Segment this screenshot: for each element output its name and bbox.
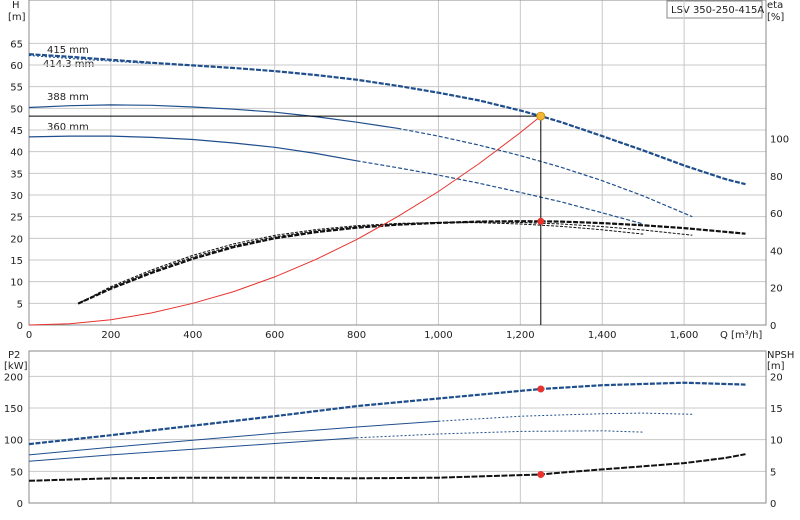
top-y-tick-label: 50 (10, 104, 23, 115)
power-curve-1-dashed (438, 412, 693, 422)
top-x-tick-label: 600 (265, 330, 284, 341)
efficiency-curve-1 (77, 221, 693, 305)
top-ylabel: H (12, 0, 20, 11)
curve-label-388: 388 mm (47, 92, 89, 103)
top-y-tick-label: 30 (10, 191, 23, 202)
bottom-y2-tick-label: 0 (770, 499, 776, 510)
top-y2label-unit: [%] (767, 12, 784, 23)
top-y-tick-label: 40 (10, 148, 23, 159)
top-y-tick-label: 20 (10, 234, 23, 245)
bottom-y2label-unit: [m] (767, 361, 785, 372)
head-curve-2-dashed (397, 127, 693, 218)
bottom-y2-tick-label: 5 (770, 467, 776, 478)
top-y-tick-label: 5 (17, 299, 23, 310)
power-curve-2-dashed (356, 430, 644, 439)
bottom-ylabel: P2 (8, 350, 20, 361)
top-y-tick-label: 65 (10, 39, 23, 50)
top-xlabel: Q [m³/h] (720, 330, 762, 341)
top-x-tick-label: 200 (101, 330, 120, 341)
top-y-tick-label: 15 (10, 256, 23, 267)
bottom-y-tick-label: 50 (10, 467, 23, 478)
op-marker-efficiency (537, 217, 545, 225)
bottom-y2-tick-label: 10 (770, 436, 783, 447)
bottom-y-tick-label: 150 (4, 404, 23, 415)
pump-curve-svg: H [m] eta [%] Q [m³/h] LSV 350-250-415A … (4, 0, 794, 510)
bottom-y2-tick-label: 20 (770, 372, 783, 383)
pump-curve-chart: H [m] eta [%] Q [m³/h] LSV 350-250-415A … (0, 0, 800, 520)
curve-label-360: 360 mm (47, 122, 89, 133)
system-curve (28, 115, 542, 326)
top-x-tick-label: 1,000 (424, 330, 453, 341)
top-x-tick-label: 1,200 (506, 330, 535, 341)
top-x-tick-label: 400 (183, 330, 202, 341)
top-y2-tick-label: 0 (770, 321, 776, 332)
top-y2-tick-label: 100 (770, 135, 789, 146)
bottom-y2label: NPSH (767, 350, 794, 361)
top-x-tick-label: 1,600 (670, 330, 699, 341)
top-y-tick-label: 10 (10, 278, 23, 289)
npsh-curve-0 (28, 453, 746, 482)
top-y-tick-label: 60 (10, 61, 23, 72)
top-x-tick-label: 800 (347, 330, 366, 341)
top-y2-tick-label: 20 (770, 284, 783, 295)
top-frame (28, 0, 767, 326)
top-y-tick-label: 35 (10, 169, 23, 180)
top-y2-tick-label: 40 (770, 246, 783, 257)
top-x-tick-label: 1,400 (588, 330, 617, 341)
op-marker-head (536, 111, 546, 121)
top-y-tick-label: 55 (10, 83, 23, 94)
top-y-tick-label: 0 (17, 321, 23, 332)
head-curve-0 (28, 53, 746, 186)
top-y-tick-label: 25 (10, 213, 23, 224)
efficiency-curve-2 (77, 221, 644, 305)
top-y2-tick-label: 60 (770, 209, 783, 220)
bottom-y2-tick-label: 15 (770, 404, 783, 415)
op-marker-npsh (537, 471, 545, 478)
top-y2-tick-label: 80 (770, 172, 783, 183)
bottom-ylabel-unit: [kW] (4, 361, 28, 372)
top-x-tick-label: 0 (26, 330, 32, 341)
bottom-frame (28, 350, 767, 504)
model-label: LSV 350-250-415A (671, 5, 764, 16)
bottom-y-tick-label: 200 (4, 372, 23, 383)
curve-label-415: 415 mm (47, 45, 89, 56)
top-y2label: eta (767, 0, 783, 11)
top-ylabel-unit: [m] (8, 12, 26, 23)
power-curve-0 (28, 381, 746, 446)
bottom-y-tick-label: 0 (17, 499, 23, 510)
top-y-tick-label: 45 (10, 126, 23, 137)
bottom-y-tick-label: 100 (4, 436, 23, 447)
head-curve-3-dashed (356, 160, 644, 225)
op-marker-power (537, 385, 545, 393)
